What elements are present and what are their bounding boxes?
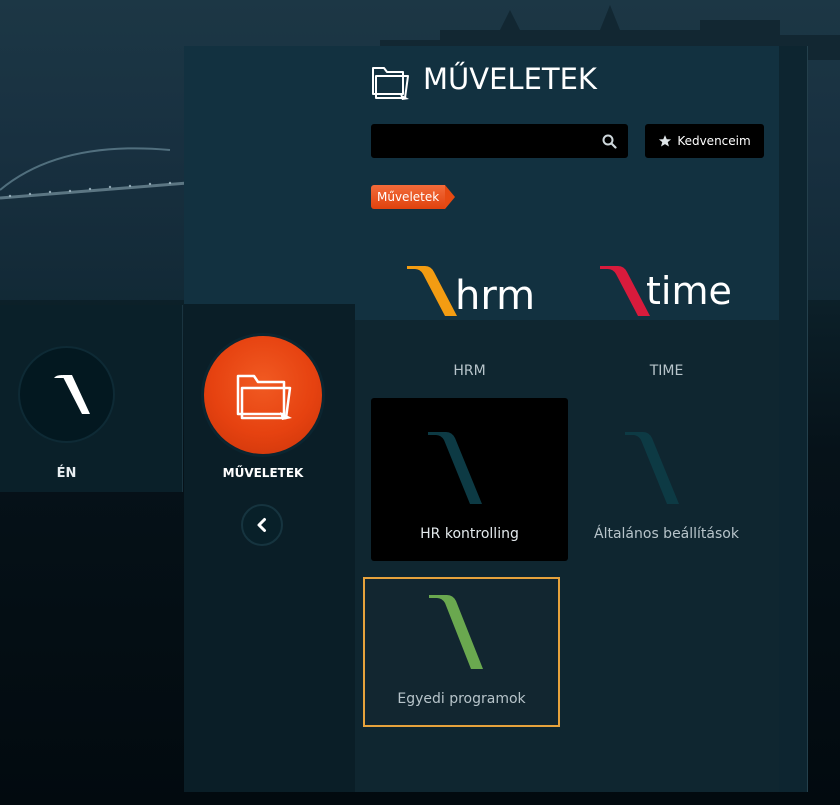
tile-label: Általános beállítások <box>594 526 739 542</box>
tile-label: TIME <box>649 363 684 379</box>
search-box <box>371 124 628 158</box>
tile-hr-kontrolling[interactable]: HR kontrolling <box>371 398 568 561</box>
folder-icon <box>372 67 409 100</box>
brand-logo-icon <box>428 432 482 504</box>
tile-label: HRM <box>453 363 486 379</box>
bridge-silhouette <box>0 147 200 200</box>
tile-label: HR kontrolling <box>420 526 519 542</box>
tile-egyedi-programok[interactable]: Egyedi programok <box>363 577 560 727</box>
en-label: ÉN <box>56 466 77 481</box>
back-button[interactable] <box>241 504 283 546</box>
hrm-logo-icon: hrm <box>407 266 535 319</box>
scrollbar-track[interactable] <box>779 46 807 792</box>
en-menu-button[interactable] <box>20 348 113 441</box>
tile-hrm[interactable]: hrm HRM <box>371 240 568 388</box>
breadcrumb-arrow <box>445 185 456 209</box>
time-logo-icon: time <box>600 266 732 316</box>
star-icon <box>659 135 672 147</box>
brand-logo-icon <box>429 595 483 669</box>
brand-logo-icon <box>625 432 679 504</box>
sidebar-label: MŰVELETEK <box>222 466 304 480</box>
sidebar-top <box>184 46 355 304</box>
tile-label: Egyedi programok <box>397 691 526 707</box>
page-title: MŰVELETEK <box>423 62 597 96</box>
muveletek-category-button[interactable] <box>204 336 322 454</box>
chevron-left-icon <box>257 518 266 532</box>
search-input[interactable] <box>372 125 612 157</box>
folder-icon <box>236 374 292 420</box>
panel-sidebar: MŰVELETEK <box>184 46 355 792</box>
tile-altalanos-beallitasok[interactable]: Általános beállítások <box>568 398 765 561</box>
brand-logo-icon <box>54 375 90 414</box>
time-logo-text: time <box>646 269 732 313</box>
hrm-logo-text: hrm <box>455 273 535 319</box>
search-icon[interactable] <box>602 134 617 149</box>
breadcrumb-item: Műveletek <box>371 185 446 209</box>
tile-time[interactable]: time TIME <box>568 240 765 388</box>
breadcrumb[interactable]: Műveletek <box>371 185 456 209</box>
favorites-button[interactable]: Kedvenceim <box>645 124 764 158</box>
favorites-label: Kedvenceim <box>677 134 751 148</box>
